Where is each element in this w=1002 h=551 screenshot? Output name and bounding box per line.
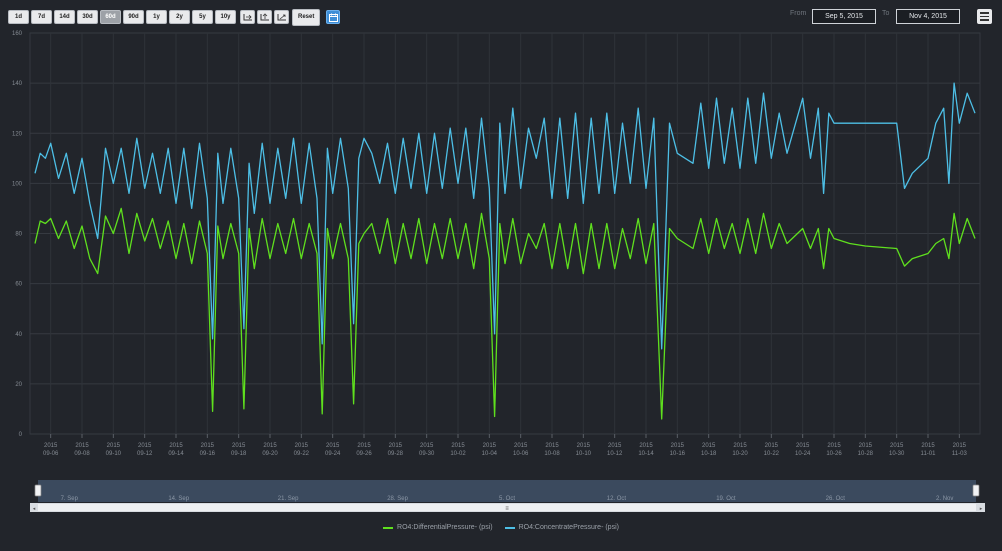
- pressure-chart: 0 20 40 60 80 100 120 140 160 2015 09-06 2015 09-08…: [12, 31, 985, 512]
- x-tick-label: 2015 09-12: [137, 443, 153, 457]
- scrollbar-grip-icon: ≡: [505, 506, 509, 512]
- x-tick-label: 2015 09-06: [43, 443, 59, 457]
- y-tick-label: 100: [12, 181, 23, 187]
- y-tick-label: 160: [12, 31, 23, 37]
- navigator-handle-right[interactable]: [972, 484, 980, 497]
- y-tick-label: 40: [15, 332, 22, 338]
- x-tick-label: 2015 09-30: [419, 443, 435, 457]
- navigator-label: 28. Sep: [387, 496, 408, 502]
- legend-swatch-differential: [383, 526, 394, 529]
- x-tick-label: 2015 09-14: [168, 443, 184, 457]
- y-tick-label: 80: [15, 232, 22, 238]
- x-tick-label: 2015 10-22: [764, 443, 780, 457]
- legend-label-concentrate: RO4:ConcentratePressure- (psi): [518, 524, 619, 531]
- x-tick-label: 2015 10-14: [638, 443, 654, 457]
- legend-label-differential: RO4:DifferentialPressure- (psi): [397, 524, 493, 531]
- y-tick-label: 140: [12, 81, 23, 87]
- x-axis: 2015 09-06 2015 09-08 2015 09-10 2015 09-12 2015…: [43, 434, 967, 457]
- x-tick-label: 2015 10-20: [732, 443, 748, 457]
- x-tick-label: 2015 09-28: [388, 443, 404, 457]
- y-tick-label: 60: [15, 282, 22, 288]
- legend-item-concentrate[interactable]: RO4:ConcentratePressure- (psi): [504, 524, 619, 531]
- x-tick-label: 2015 09-10: [106, 443, 122, 457]
- legend-swatch-concentrate: [504, 526, 515, 529]
- navigator-label: 26. Oct: [826, 496, 846, 502]
- x-tick-label: 2015 10-18: [701, 443, 717, 457]
- x-tick-label: 2015 10-24: [795, 443, 811, 457]
- x-tick-label: 2015 10-08: [544, 443, 560, 457]
- x-tick-label: 2015 09-26: [356, 443, 372, 457]
- x-tick-label: 2015 10-30: [889, 443, 905, 457]
- x-tick-label: 2015 10-06: [513, 443, 529, 457]
- x-tick-label: 2015 10-16: [670, 443, 686, 457]
- x-tick-label: 2015 09-20: [262, 443, 278, 457]
- x-tick-label: 2015 11-01: [921, 443, 937, 457]
- navigator-label: 2. Nov: [936, 496, 953, 502]
- x-tick-label: 2015 10-12: [607, 443, 623, 457]
- navigator: ≡◂ ▸7. Sep 14. Sep 21. Sep 28. Sep 5. Oct 12. …: [30, 480, 985, 512]
- y-tick-label: 0: [19, 432, 23, 438]
- x-tick-label: 2015 10-04: [482, 443, 498, 457]
- x-tick-label: 2015 11-03: [952, 443, 968, 457]
- x-tick-label: 2015 09-16: [200, 443, 216, 457]
- x-tick-label: 2015 09-08: [74, 443, 90, 457]
- navigator-label: 12. Oct: [607, 496, 627, 502]
- navigator-label: 19. Oct: [716, 496, 736, 502]
- legend-item-differential[interactable]: RO4:DifferentialPressure- (psi): [383, 524, 493, 531]
- navigator-label: 21. Sep: [278, 496, 299, 502]
- x-tick-label: 2015 10-28: [858, 443, 874, 457]
- y-tick-label: 20: [15, 382, 22, 388]
- x-tick-label: 2015 09-22: [294, 443, 310, 457]
- navigator-label: 5. Oct: [499, 496, 515, 502]
- x-tick-label: 2015 10-02: [450, 443, 466, 457]
- navigator-label: 14. Sep: [168, 496, 189, 502]
- navigator-label: 7. Sep: [61, 496, 79, 502]
- y-tick-label: 120: [12, 131, 23, 137]
- navigator-handle-left[interactable]: [34, 484, 42, 497]
- x-tick-label: 2015 10-10: [576, 443, 592, 457]
- chart-grid: [29, 32, 981, 435]
- y-axis: 0 20 40 60 80 100 120 140 160: [12, 31, 23, 438]
- x-tick-label: 2015 09-24: [325, 443, 341, 457]
- legend: RO4:DifferentialPressure- (psi) RO4:Conc…: [0, 524, 1002, 531]
- x-tick-label: 2015 09-18: [231, 443, 247, 457]
- x-tick-label: 2015 10-26: [826, 443, 842, 457]
